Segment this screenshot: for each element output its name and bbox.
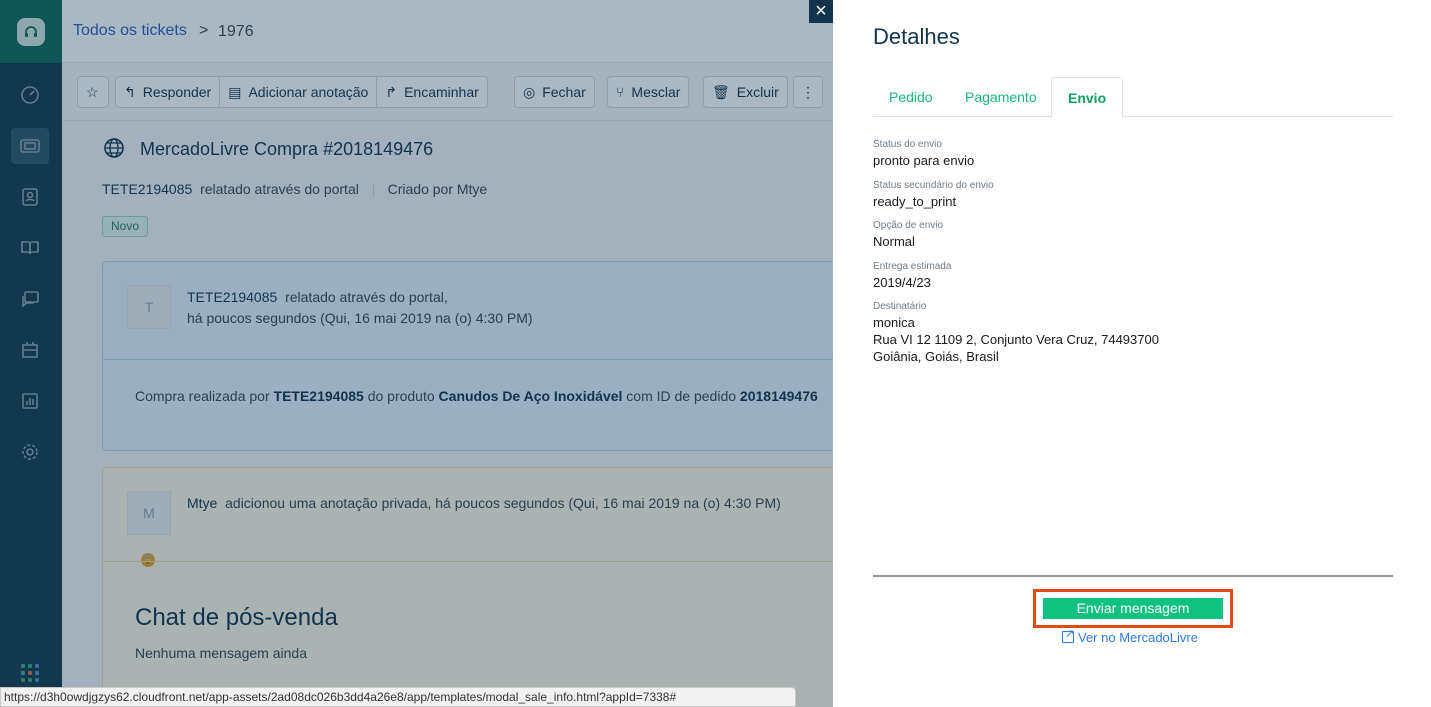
view-link-label: Ver no MercadoLivre	[1078, 630, 1198, 645]
estimated-delivery-value: 2019/4/23	[873, 275, 931, 290]
shipping-status-value: pronto para envio	[873, 153, 975, 168]
app-root: Todos os tickets > 1976 ☆ ↰ Responder ▤ Ad…	[0, 0, 1431, 707]
external-link-icon	[1062, 627, 1074, 643]
tab-pagamento[interactable]: Pagamento	[949, 77, 1053, 117]
tab-pedido[interactable]: Pedido	[873, 77, 949, 117]
secondary-status-value: ready_to_print	[873, 194, 957, 209]
modal-backdrop[interactable]	[0, 0, 833, 707]
recipient-address-line1: Rua VI 12 1109 2, Conjunto Vera Cruz, 74…	[873, 332, 1159, 347]
tab-envio[interactable]: Envio	[1051, 77, 1124, 118]
secondary-status-label: Status secundário do envio	[873, 180, 994, 191]
panel-divider	[873, 575, 1393, 577]
recipient-name: monica	[873, 315, 915, 330]
recipient-address-line2: Goiânia, Goiás, Brasil	[873, 349, 999, 364]
send-message-highlight: Enviar mensagem	[1033, 589, 1233, 628]
details-panel: Detalhes Pedido Pagamento Envio Status d…	[833, 0, 1431, 707]
estimated-delivery-label: Entrega estimada	[873, 261, 952, 272]
panel-title: Detalhes	[873, 24, 960, 49]
browser-status-url: https://d3h0owdjgzys62.cloudfront.net/ap…	[0, 687, 796, 707]
details-tabs: Pedido Pagamento Envio	[873, 77, 1393, 118]
shipping-option-label: Opção de envio	[873, 220, 944, 231]
send-message-button[interactable]: Enviar mensagem	[1043, 598, 1223, 619]
close-panel-button[interactable]: ×	[809, 0, 833, 23]
shipping-status-label: Status do envio	[873, 139, 942, 150]
view-on-mercadolivre-link[interactable]: Ver no MercadoLivre	[1062, 627, 1198, 645]
recipient-label: Destinatário	[873, 301, 927, 312]
shipping-option-value: Normal	[873, 234, 915, 249]
